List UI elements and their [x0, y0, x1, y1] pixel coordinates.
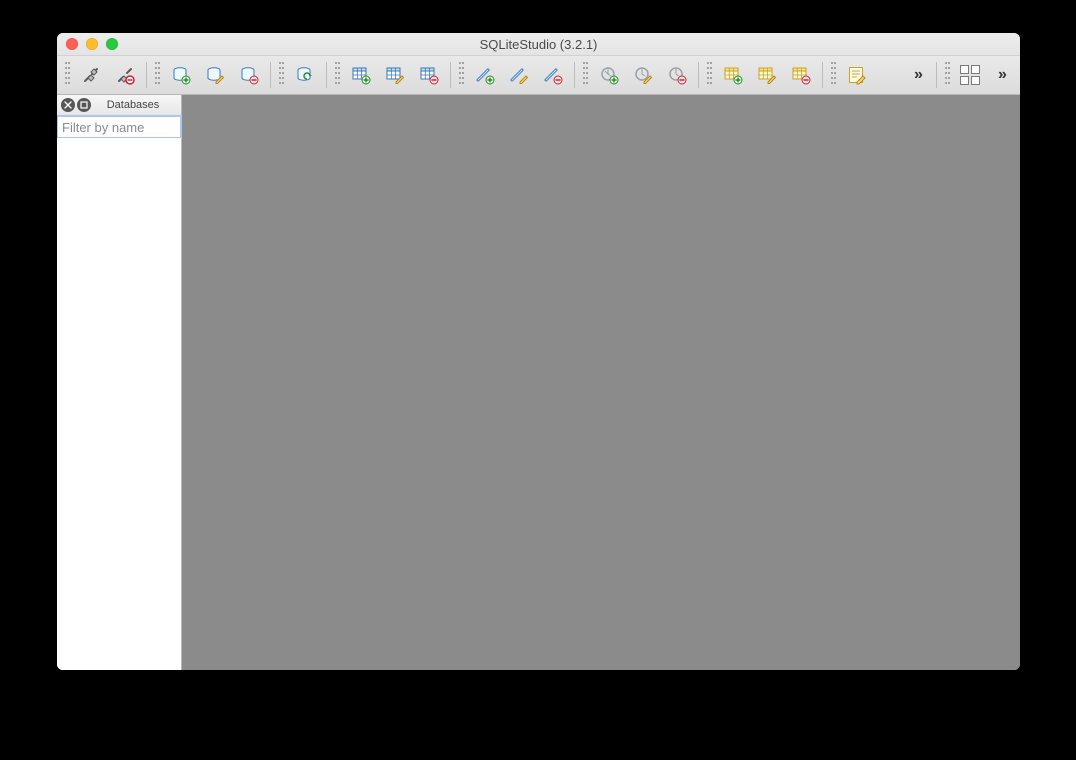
remove-index-button[interactable] — [538, 60, 568, 90]
edit-view-icon — [757, 65, 777, 85]
edit-database-icon — [205, 65, 225, 85]
toolbar-grip[interactable] — [335, 59, 342, 91]
toolbar-separator — [574, 62, 575, 88]
toolbar-separator — [698, 62, 699, 88]
toolbar-grip[interactable] — [583, 59, 590, 91]
toolbar-grip[interactable] — [279, 59, 286, 91]
toolbar-separator — [326, 62, 327, 88]
add-table-button[interactable] — [346, 60, 376, 90]
toolbar-grip[interactable] — [459, 59, 466, 91]
detach-icon — [80, 101, 88, 109]
toolbar-separator — [450, 62, 451, 88]
add-table-icon — [351, 65, 371, 85]
refresh-database-button[interactable] — [290, 60, 320, 90]
chevron-right-double-icon: » — [992, 66, 1010, 84]
connect-button[interactable] — [76, 60, 106, 90]
remove-index-icon — [543, 65, 563, 85]
main-toolbar: » » — [57, 56, 1020, 95]
minimize-window-button[interactable] — [86, 38, 98, 50]
edit-index-icon — [509, 65, 529, 85]
sql-editor-button[interactable] — [842, 60, 872, 90]
remove-trigger-icon — [667, 65, 687, 85]
add-view-button[interactable] — [718, 60, 748, 90]
add-view-icon — [723, 65, 743, 85]
window-layout-button[interactable] — [956, 60, 984, 90]
add-trigger-icon — [599, 65, 619, 85]
add-index-icon — [475, 65, 495, 85]
edit-trigger-button[interactable] — [628, 60, 658, 90]
remove-table-button[interactable] — [414, 60, 444, 90]
remove-view-icon — [791, 65, 811, 85]
add-trigger-button[interactable] — [594, 60, 624, 90]
window-controls — [57, 38, 118, 50]
remove-trigger-button[interactable] — [662, 60, 692, 90]
toolbar-separator — [822, 62, 823, 88]
add-index-button[interactable] — [470, 60, 500, 90]
add-database-button[interactable] — [166, 60, 196, 90]
toolbar-grip[interactable] — [155, 59, 162, 91]
edit-database-button[interactable] — [200, 60, 230, 90]
grid-layout-icon — [958, 65, 982, 85]
connect-icon — [81, 65, 101, 85]
toolbar-separator — [270, 62, 271, 88]
refresh-database-icon — [295, 65, 315, 85]
toolbar-grip[interactable] — [707, 59, 714, 91]
edit-index-button[interactable] — [504, 60, 534, 90]
toolbar-overflow2-button[interactable]: » — [988, 60, 1014, 90]
remove-database-icon — [239, 65, 259, 85]
remove-view-button[interactable] — [786, 60, 816, 90]
toolbar-grip[interactable] — [65, 59, 72, 91]
zoom-window-button[interactable] — [106, 38, 118, 50]
filter-input[interactable] — [57, 116, 181, 138]
mdi-area[interactable] — [182, 95, 1020, 670]
app-window: SQLiteStudio (3.2.1) — [57, 33, 1020, 670]
edit-trigger-icon — [633, 65, 653, 85]
detach-panel-button[interactable] — [77, 98, 91, 112]
close-icon — [64, 101, 72, 109]
sidebar-tab-label: Databases — [91, 99, 181, 111]
window-title: SQLiteStudio (3.2.1) — [57, 37, 1020, 52]
toolbar-grip[interactable] — [945, 59, 952, 91]
sidebar-tab[interactable]: Databases — [57, 95, 181, 116]
edit-table-icon — [385, 65, 405, 85]
database-list[interactable] — [57, 138, 181, 670]
remove-table-icon — [419, 65, 439, 85]
titlebar: SQLiteStudio (3.2.1) — [57, 33, 1020, 56]
disconnect-icon — [115, 65, 135, 85]
close-window-button[interactable] — [66, 38, 78, 50]
add-database-icon — [171, 65, 191, 85]
databases-sidebar: Databases — [57, 95, 182, 670]
disconnect-button[interactable] — [110, 60, 140, 90]
chevron-right-double-icon: » — [908, 66, 926, 84]
remove-database-button[interactable] — [234, 60, 264, 90]
close-panel-button[interactable] — [61, 98, 75, 112]
window-body: Databases — [57, 95, 1020, 670]
toolbar-grip[interactable] — [831, 59, 838, 91]
edit-view-button[interactable] — [752, 60, 782, 90]
toolbar-separator — [936, 62, 937, 88]
edit-table-button[interactable] — [380, 60, 410, 90]
toolbar-separator — [146, 62, 147, 88]
sql-editor-icon — [847, 65, 867, 85]
toolbar-overflow-button[interactable]: » — [904, 60, 930, 90]
